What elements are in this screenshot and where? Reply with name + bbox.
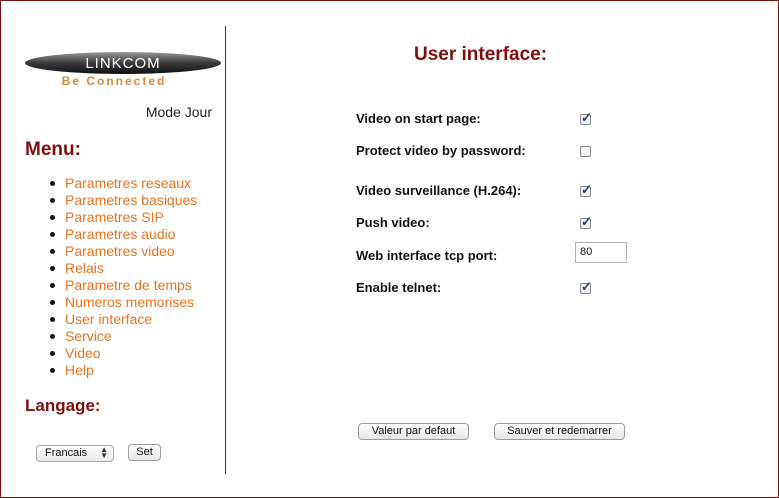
menu-item: Numeros memorises	[47, 294, 197, 311]
menu-link[interactable]: Parametres video	[65, 243, 175, 259]
select-arrows-icon: ▲ ▼	[100, 445, 108, 460]
bullet-icon	[50, 232, 55, 237]
menu-item: Parametres audio	[47, 226, 197, 243]
menu-link[interactable]: Parametres basiques	[65, 192, 197, 208]
language-selected-value: Francais	[45, 447, 88, 459]
setting-label: Push video:	[356, 215, 430, 230]
setting-checkbox[interactable]: ✓	[580, 110, 592, 125]
setting-checkbox[interactable]: ✓	[580, 214, 592, 229]
set-language-button[interactable]: Set	[128, 444, 161, 461]
menu-item: Parametres reseaux	[47, 175, 197, 192]
sidebar: LINKCOM Be Connected Mode Jour Menu: Par…	[0, 0, 225, 498]
setting-label: Video surveillance (H.264):	[356, 183, 522, 198]
mode-label: Mode Jour	[145, 104, 212, 120]
logo-tagline: Be Connected	[62, 74, 167, 88]
setting-label: Video on start page:	[356, 111, 481, 126]
menu-link[interactable]: Parametre de temps	[65, 277, 192, 293]
bullet-icon	[50, 351, 55, 356]
menu-link[interactable]: Help	[65, 362, 94, 378]
bullet-icon	[50, 300, 55, 305]
save-and-restart-button[interactable]: Sauver et redemarrer	[494, 423, 625, 440]
linkcom-logo: LINKCOM Be Connected	[25, 52, 221, 88]
menu-item: Relais	[47, 260, 197, 277]
checkmark-icon: ✓	[581, 110, 592, 125]
tcp-port-input[interactable]: 80	[575, 242, 627, 263]
bullet-icon	[50, 368, 55, 373]
menu-link[interactable]: Numeros memorises	[65, 294, 194, 310]
language-select[interactable]: Francais ▲ ▼	[36, 445, 114, 462]
setting-label: Enable telnet:	[356, 280, 442, 295]
bullet-icon	[50, 334, 55, 339]
setting-label: Protect video by password:	[356, 143, 526, 158]
sidebar-divider	[225, 26, 226, 474]
logo-text: LINKCOM	[85, 55, 160, 72]
menu-item: Parametres basiques	[47, 192, 197, 209]
menu-link[interactable]: Video	[65, 345, 101, 361]
bullet-icon	[50, 317, 55, 322]
menu-item: Help	[47, 362, 197, 379]
menu-link[interactable]: Service	[65, 328, 112, 344]
checkmark-icon: ✓	[581, 279, 592, 294]
language-title: Langage:	[25, 396, 101, 415]
checkmark-icon: ✓	[581, 214, 592, 229]
menu-item: Parametres SIP	[47, 209, 197, 226]
bullet-icon	[50, 215, 55, 220]
default-values-button[interactable]: Valeur par defaut	[358, 423, 469, 440]
page-title: User interface:	[414, 44, 548, 65]
setting-checkbox[interactable]: ✓	[580, 279, 592, 294]
menu-item: Parametre de temps	[47, 277, 197, 294]
menu-item: User interface	[47, 311, 197, 328]
setting-checkbox[interactable]	[580, 146, 591, 157]
menu-item: Video	[47, 345, 197, 362]
setting-checkbox[interactable]: ✓	[580, 182, 592, 197]
bullet-icon	[50, 198, 55, 203]
menu-link[interactable]: Relais	[65, 260, 104, 276]
bullet-icon	[50, 283, 55, 288]
menu-list: Parametres reseaux Parametres basiques Par…	[47, 175, 197, 379]
menu-title: Menu:	[25, 139, 81, 160]
menu-item: Service	[47, 328, 197, 345]
menu-link[interactable]: Parametres reseaux	[65, 175, 191, 191]
setting-label: Web interface tcp port:	[356, 248, 498, 263]
bullet-icon	[50, 266, 55, 271]
bullet-icon	[50, 181, 55, 186]
bullet-icon	[50, 249, 55, 254]
menu-link[interactable]: Parametres SIP	[65, 209, 164, 225]
menu-link[interactable]: User interface	[65, 311, 152, 327]
menu-item: Parametres video	[47, 243, 197, 260]
checkmark-icon: ✓	[581, 182, 592, 197]
menu-link[interactable]: Parametres audio	[65, 226, 176, 242]
